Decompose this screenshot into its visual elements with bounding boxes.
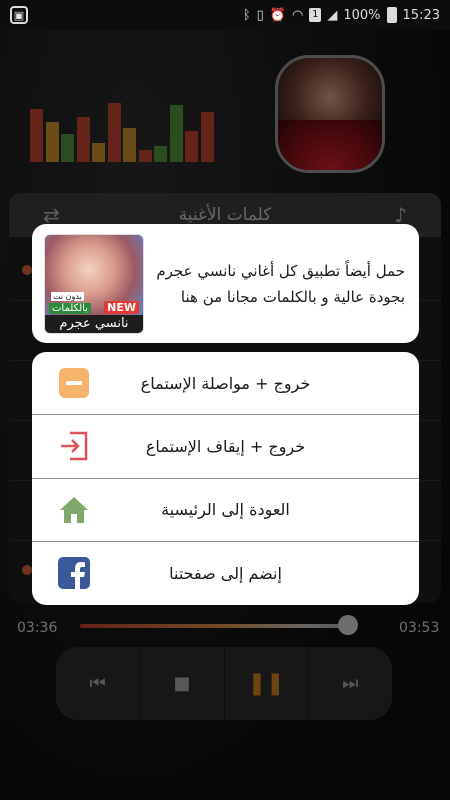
promo-text: حمل أيضاً تطبيق كل أغاني نانسي عجرم بجود… (156, 261, 405, 306)
exit-stop-listening-button[interactable]: خروج + إيقاف الإستماع (32, 415, 419, 479)
alarm-icon: ⏰ (269, 7, 287, 23)
menu-item-label: إنضم إلى صفحتنا (169, 563, 282, 583)
signal-icon: ◢ (327, 7, 338, 23)
vibrate-icon: ▯ (256, 7, 264, 23)
gallery-icon: ▣ (10, 6, 28, 24)
join-page-button[interactable]: إنضم إلى صفحتنا (32, 542, 419, 605)
menu-item-label: خروج + إيقاف الإستماع (145, 436, 306, 456)
status-bar: ▣ ᛒ ▯ ⏰ ◠ 1 ◢ 100% 15:23 (0, 0, 450, 30)
exit-menu: خروج + مواصلة الإستماع خروج + إيقاف الإس… (32, 352, 419, 605)
exit-keep-listening-button[interactable]: خروج + مواصلة الإستماع (32, 352, 419, 416)
battery-label: 100% (343, 7, 381, 23)
menu-item-label: العودة إلى الرئيسية (161, 500, 290, 520)
no-internet-badge: بدون نت (51, 291, 84, 301)
home-icon (60, 496, 88, 523)
facebook-icon (58, 557, 90, 590)
back-to-home-button[interactable]: العودة إلى الرئيسية (32, 479, 419, 542)
promo-app-image[interactable]: بدون نت NEW بالكلمات نانسي عجرم (44, 233, 144, 334)
promo-card[interactable]: بدون نت NEW بالكلمات نانسي عجرم حمل أيضا… (32, 224, 419, 343)
menu-item-label: خروج + مواصلة الإستماع (140, 373, 311, 393)
minus-square-icon (59, 368, 89, 399)
clock: 15:23 (402, 7, 440, 23)
lyrics-badge: بالكلمات (49, 302, 91, 314)
sim-icon: 1 (309, 8, 322, 22)
new-badge: NEW (104, 300, 139, 314)
promo-app-name: نانسي عجرم (45, 314, 143, 333)
wifi-icon: ◠ (292, 7, 304, 23)
screen: ▣ ᛒ ▯ ⏰ ◠ 1 ◢ 100% 15:23 ⇄ كلمات الأغنية… (0, 0, 450, 800)
bluetooth-icon: ᛒ (242, 7, 251, 23)
status-icons: ᛒ ▯ ⏰ ◠ 1 ◢ 100% 15:23 (243, 7, 440, 23)
exit-icon (61, 432, 88, 461)
battery-icon (386, 7, 397, 23)
